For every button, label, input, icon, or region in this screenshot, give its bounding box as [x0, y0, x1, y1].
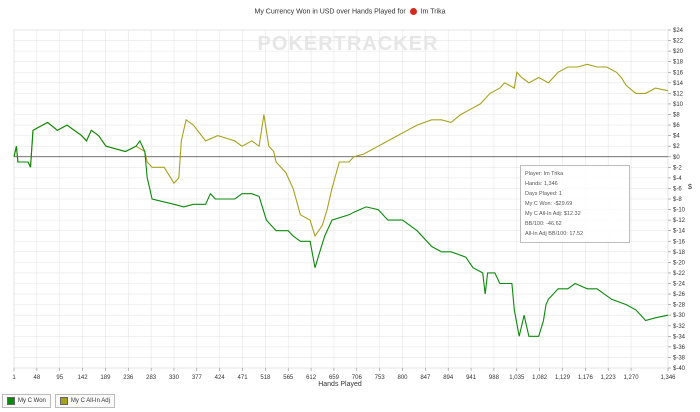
- x-tick-label: 424: [215, 375, 226, 381]
- legend-label-won: My C Won: [18, 398, 46, 404]
- y-tick-label: $20: [673, 49, 684, 55]
- x-tick-label: 1,082: [532, 375, 548, 381]
- info-allin: My C All-In Adj: $12.32: [525, 211, 581, 217]
- x-tick-label: 753: [375, 375, 386, 381]
- y-tick-label: $-8: [673, 197, 682, 203]
- info-won: My C Won: -$29.69: [525, 201, 573, 207]
- x-tick-label: 377: [192, 375, 203, 381]
- y-tick-label: $8: [673, 113, 680, 119]
- y-tick-label: $12: [673, 91, 684, 97]
- y-tick-label: $-32: [673, 324, 686, 330]
- watermark-text: POKERTRACKER: [258, 33, 439, 55]
- legend-item-won[interactable]: My C Won: [2, 394, 51, 408]
- x-tick-label: 988: [489, 375, 500, 381]
- y-tick-label: $-22: [673, 271, 686, 277]
- y-tick-label: $-30: [673, 313, 686, 319]
- y-tick-label: $-20: [673, 260, 686, 266]
- x-tick-label: 1,270: [624, 375, 640, 381]
- info-bb100: BB/100: -46.62: [525, 221, 562, 227]
- info-box: Player: Im Trika Hands: 1,346 Days Playe…: [520, 165, 630, 243]
- y-tick-label: $-14: [673, 229, 686, 235]
- y-tick-label: $18: [673, 60, 684, 66]
- x-tick-label: 847: [420, 375, 431, 381]
- x-tick-label: 612: [306, 375, 317, 381]
- legend-swatch-allin: [59, 397, 68, 405]
- y-tick-label: $-34: [673, 334, 686, 340]
- x-tick-label: 1,035: [509, 375, 525, 381]
- legend-swatch-won: [7, 397, 15, 405]
- x-tick-label: 1: [12, 375, 16, 381]
- x-tick-label: 471: [238, 375, 249, 381]
- x-tick-label: 800: [398, 375, 409, 381]
- y-tick-label: $-40: [673, 366, 686, 372]
- x-tick-label: 283: [146, 375, 157, 381]
- y-tick-label: $-4: [673, 176, 682, 182]
- x-tick-label: 1,176: [578, 375, 594, 381]
- y-tick-label: $6: [673, 123, 680, 129]
- x-tick-label: 894: [443, 375, 454, 381]
- x-tick-label: 236: [123, 375, 134, 381]
- x-tick-label: 518: [260, 375, 271, 381]
- x-tick-label: 189: [100, 375, 111, 381]
- legend-label-allin: My C All-In Adj: [70, 398, 110, 404]
- legend: My C Won My C All-In Adj: [2, 394, 115, 408]
- x-tick-label: 330: [169, 375, 180, 381]
- x-tick-label: 941: [466, 375, 477, 381]
- y-tick-label: $24: [673, 28, 684, 34]
- y-tick-label: $16: [673, 70, 684, 76]
- y-tick-label: $-28: [673, 303, 686, 309]
- y-tick-label: $10: [673, 102, 684, 108]
- y-tick-label: $-6: [673, 186, 682, 192]
- x-axis-title: Hands Played: [318, 381, 362, 388]
- y-tick-label: $22: [673, 39, 684, 45]
- y-tick-label: $-26: [673, 292, 686, 298]
- y-tick-label: $4: [673, 134, 680, 140]
- y-tick-label: $-2: [673, 165, 682, 171]
- y-tick-label: $0: [673, 155, 680, 161]
- x-tick-label: 95: [56, 375, 63, 381]
- y-tick-label: $-38: [673, 355, 686, 361]
- y-tick-label: $2: [673, 144, 680, 150]
- y-tick-label: $-16: [673, 239, 686, 245]
- info-hands: Hands: 1,346: [525, 181, 558, 187]
- x-tick-label: 565: [283, 375, 294, 381]
- info-days: Days Played: 1: [525, 191, 562, 197]
- y-tick-label: $-24: [673, 282, 686, 288]
- y-tick-label: $-10: [673, 208, 686, 214]
- x-tick-label: 1,223: [601, 375, 617, 381]
- y-tick-label: $-18: [673, 250, 686, 256]
- legend-item-allin[interactable]: My C All-In Adj: [54, 394, 115, 408]
- info-allin-bb100: All-In Adj BB/100: 17.52: [525, 231, 584, 237]
- info-player: Player: Im Trika: [525, 171, 564, 177]
- y-tick-label: $-36: [673, 345, 686, 351]
- y-tick-label: $14: [673, 81, 684, 87]
- x-tick-label: 1,346: [660, 375, 676, 381]
- x-tick-label: 48: [34, 375, 41, 381]
- x-tick-label: 142: [78, 375, 89, 381]
- y-axis-unit: $: [688, 184, 692, 191]
- y-tick-label: $-12: [673, 218, 686, 224]
- x-tick-label: 1,129: [555, 375, 571, 381]
